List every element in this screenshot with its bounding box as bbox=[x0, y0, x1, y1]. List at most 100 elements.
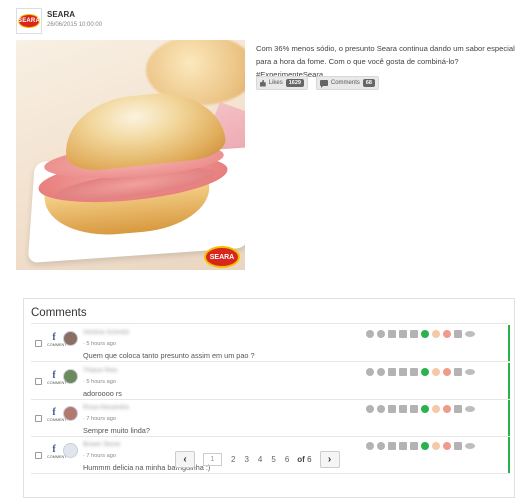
comment-actions bbox=[366, 330, 475, 338]
facebook-source-badge: f COMMENT bbox=[47, 371, 67, 386]
share-icon[interactable] bbox=[399, 330, 407, 338]
share-icon[interactable] bbox=[399, 442, 407, 450]
post-date: 26/06/2015 10:00:00 bbox=[47, 22, 103, 28]
next-page-button[interactable]: › bbox=[319, 450, 340, 468]
positive-sentiment-icon[interactable] bbox=[421, 368, 429, 376]
eye-icon[interactable] bbox=[465, 443, 475, 449]
pagination: ‹ 1 2 3 4 5 6 of 6 › bbox=[175, 450, 340, 468]
user-icon[interactable] bbox=[377, 405, 385, 413]
comment-actions bbox=[366, 368, 475, 376]
positive-sentiment-icon[interactable] bbox=[421, 442, 429, 450]
comment-time: · 5 hours ago bbox=[83, 341, 116, 347]
facebook-icon: f bbox=[52, 332, 56, 343]
neutral-sentiment-icon[interactable] bbox=[432, 330, 440, 338]
comments-button[interactable]: Comments 68 bbox=[316, 76, 379, 90]
trash-icon[interactable] bbox=[454, 330, 462, 338]
trash-icon[interactable] bbox=[454, 368, 462, 376]
comment-checkbox[interactable] bbox=[35, 340, 42, 347]
reply-icon[interactable] bbox=[366, 330, 374, 338]
share-icon[interactable] bbox=[399, 368, 407, 376]
trash-icon[interactable] bbox=[454, 405, 462, 413]
avatar[interactable] bbox=[63, 406, 78, 421]
neutral-sentiment-icon[interactable] bbox=[432, 405, 440, 413]
comment-row: f COMMENT Victória Schmitz · 5 hours ago Que… bbox=[31, 325, 510, 362]
mail-icon[interactable] bbox=[388, 442, 396, 450]
post-image[interactable]: SEARA bbox=[16, 40, 245, 270]
brand-name[interactable]: SEARA bbox=[47, 10, 75, 19]
page-link[interactable]: 5 bbox=[271, 455, 275, 464]
trash-icon[interactable] bbox=[454, 442, 462, 450]
send-icon[interactable] bbox=[410, 330, 418, 338]
mail-icon[interactable] bbox=[388, 368, 396, 376]
eye-icon[interactable] bbox=[465, 406, 475, 412]
reply-icon[interactable] bbox=[366, 442, 374, 450]
share-icon[interactable] bbox=[399, 405, 407, 413]
commenter-name[interactable]: Rosa Alexandra bbox=[83, 404, 129, 411]
comments-label: Comments bbox=[330, 80, 360, 86]
page-total: of 6 bbox=[297, 455, 311, 464]
reply-icon[interactable] bbox=[366, 368, 374, 376]
comments-count: 68 bbox=[362, 79, 375, 87]
comment-actions bbox=[366, 442, 475, 450]
eye-icon[interactable] bbox=[465, 331, 475, 337]
negative-sentiment-icon[interactable] bbox=[443, 330, 451, 338]
send-icon[interactable] bbox=[410, 405, 418, 413]
commenter-name[interactable]: Brown Stone bbox=[83, 441, 120, 448]
avatar[interactable] bbox=[63, 369, 78, 384]
comment-bubble-icon bbox=[320, 80, 328, 88]
thumbs-up-icon bbox=[260, 79, 266, 87]
comments-panel: Comments f COMMENT Victória Schmitz · 5 hou… bbox=[23, 298, 515, 498]
user-icon[interactable] bbox=[377, 330, 385, 338]
comments-title: Comments bbox=[31, 307, 87, 319]
page-input[interactable]: 1 bbox=[203, 452, 222, 466]
comment-checkbox[interactable] bbox=[35, 452, 42, 459]
page-link[interactable]: 2 bbox=[231, 455, 235, 464]
comment-row: f COMMENT Thiane Reis · 5 hours ago adoroooo… bbox=[31, 363, 510, 400]
comment-text: Quem que coloca tanto presunto assim em … bbox=[83, 351, 255, 360]
likes-button[interactable]: Likes 1629 bbox=[256, 76, 308, 90]
avatar[interactable] bbox=[63, 331, 78, 346]
brand-avatar: SEARA bbox=[16, 8, 42, 34]
status-indicator bbox=[508, 325, 510, 361]
comment-row: f COMMENT Rosa Alexandra · 7 hours ago Sempr… bbox=[31, 400, 510, 437]
comment-text: adoroooo rs bbox=[83, 389, 122, 398]
send-icon[interactable] bbox=[410, 368, 418, 376]
eye-icon[interactable] bbox=[465, 369, 475, 375]
likes-count: 1629 bbox=[285, 79, 304, 87]
user-icon[interactable] bbox=[377, 442, 385, 450]
status-indicator bbox=[508, 363, 510, 399]
commenter-name[interactable]: Victória Schmitz bbox=[83, 329, 129, 336]
source-label: COMMENT bbox=[47, 381, 67, 385]
status-indicator bbox=[508, 437, 510, 473]
positive-sentiment-icon[interactable] bbox=[421, 405, 429, 413]
mail-icon[interactable] bbox=[388, 330, 396, 338]
comment-text: Sempre muito linda? bbox=[83, 426, 150, 435]
send-icon[interactable] bbox=[410, 442, 418, 450]
negative-sentiment-icon[interactable] bbox=[443, 405, 451, 413]
facebook-source-badge: f COMMENT bbox=[47, 332, 67, 348]
commenter-name[interactable]: Thiane Reis bbox=[83, 367, 118, 374]
comment-checkbox[interactable] bbox=[35, 415, 42, 422]
neutral-sentiment-icon[interactable] bbox=[432, 442, 440, 450]
comment-checkbox[interactable] bbox=[35, 378, 42, 385]
page-link[interactable]: 3 bbox=[244, 455, 248, 464]
user-icon[interactable] bbox=[377, 368, 385, 376]
facebook-source-badge: f COMMENT bbox=[47, 407, 67, 423]
of-label: of bbox=[297, 454, 305, 464]
seara-logo: SEARA bbox=[18, 14, 40, 28]
neutral-sentiment-icon[interactable] bbox=[432, 368, 440, 376]
page-link[interactable]: 6 bbox=[285, 455, 289, 464]
negative-sentiment-icon[interactable] bbox=[443, 442, 451, 450]
facebook-icon: f bbox=[52, 444, 56, 455]
negative-sentiment-icon[interactable] bbox=[443, 368, 451, 376]
facebook-icon: f bbox=[52, 407, 56, 418]
comment-time: · 7 hours ago bbox=[83, 453, 116, 459]
prev-page-button[interactable]: ‹ bbox=[175, 450, 195, 468]
status-indicator bbox=[508, 400, 510, 436]
avatar[interactable] bbox=[63, 443, 78, 458]
page-link[interactable]: 4 bbox=[258, 455, 262, 464]
reply-icon[interactable] bbox=[366, 405, 374, 413]
facebook-source-badge: f COMMENT bbox=[47, 444, 67, 460]
mail-icon[interactable] bbox=[388, 405, 396, 413]
positive-sentiment-icon[interactable] bbox=[421, 330, 429, 338]
